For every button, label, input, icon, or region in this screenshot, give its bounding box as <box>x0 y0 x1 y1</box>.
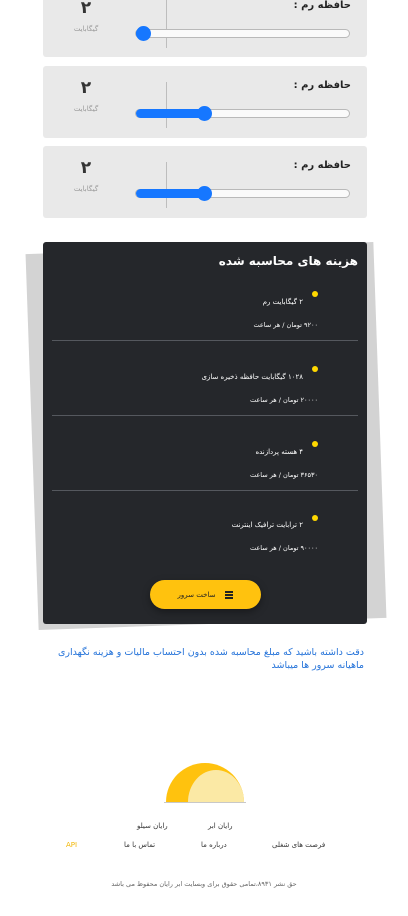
copyright-text: حق نشر ۸۹۳۱،تمامی حقوق برای وبسایت ابر ر… <box>111 880 297 888</box>
cost-item-name: ۴ هسته پردازنده <box>255 448 303 456</box>
ram-unit: گیگابایت <box>73 25 99 33</box>
price-note: دقت داشته باشید که مبلغ محاسبه شده بدون … <box>57 647 364 671</box>
slider-fill <box>136 189 205 198</box>
cost-item-price: ۲۰۰۰۰ تومان / هر ساعت <box>249 396 318 404</box>
bullet-icon <box>312 366 318 372</box>
divider <box>52 340 358 341</box>
sun-logo-icon <box>164 763 246 803</box>
cost-item-name: ۲ ترابایت ترافیک اینترنت <box>231 521 303 529</box>
divider <box>52 415 358 416</box>
footer-link-careers[interactable]: فرصت های شغلی <box>272 841 325 849</box>
ram-label: حافظه رم : <box>293 0 351 11</box>
divider <box>52 490 358 491</box>
ram-slider[interactable] <box>135 106 350 121</box>
divider <box>166 0 167 48</box>
server-icon <box>225 590 234 599</box>
bullet-icon <box>312 515 318 521</box>
cost-item-price: ۹۰۰۰۰ تومان / هر ساعت <box>249 544 318 552</box>
ram-label: حافظه رم : <box>293 160 351 171</box>
ram-value: ۲ <box>80 78 92 98</box>
cost-title: هزینه های محاسبه شده <box>218 254 358 268</box>
divider <box>166 82 167 128</box>
ram-card-1: ۲ گیگابایت حافظه رم : <box>43 0 367 57</box>
ram-value: ۲ <box>80 158 92 178</box>
ram-slider[interactable] <box>135 26 350 41</box>
footer-link-contact[interactable]: تماس با ما <box>124 841 155 849</box>
build-server-button[interactable]: ساخت سرور <box>150 580 261 609</box>
ram-card-3: ۲ گیگابایت حافظه رم : <box>43 146 367 218</box>
ram-label: حافظه رم : <box>293 80 351 91</box>
slider-thumb[interactable] <box>197 106 213 121</box>
slider-thumb[interactable] <box>136 26 151 41</box>
bullet-icon <box>312 291 318 297</box>
ram-unit: گیگابایت <box>73 105 99 113</box>
footer-link-rayan-abr[interactable]: رایان ابر <box>208 822 233 830</box>
slider-fill <box>136 109 205 118</box>
cost-item-name: ۱۰۲۸ گیگابایت حافظه ذخیره سازی <box>201 373 303 381</box>
bullet-icon <box>312 441 318 447</box>
footer-link-rayan-silo[interactable]: رایان سیلو <box>137 822 168 830</box>
ram-value: ۲ <box>80 0 92 18</box>
ram-card-2: ۲ گیگابایت حافظه رم : <box>43 66 367 138</box>
cost-item-price: ۳۶۵۳۰ تومان / هر ساعت <box>249 471 318 479</box>
ram-unit: گیگابایت <box>73 185 99 193</box>
slider-thumb[interactable] <box>197 186 213 201</box>
footer-link-api[interactable]: API <box>66 841 77 849</box>
divider <box>166 162 167 208</box>
cost-panel: هزینه های محاسبه شده ۲ گیگابایت رم ۹۲۰۰ … <box>43 242 367 624</box>
ram-slider[interactable] <box>135 186 350 201</box>
build-server-label: ساخت سرور <box>177 590 216 599</box>
cost-item-price: ۹۲۰۰ تومان / هر ساعت <box>253 321 318 329</box>
cost-item-name: ۲ گیگابایت رم <box>262 298 303 306</box>
footer-link-about[interactable]: درباره ما <box>201 841 227 849</box>
